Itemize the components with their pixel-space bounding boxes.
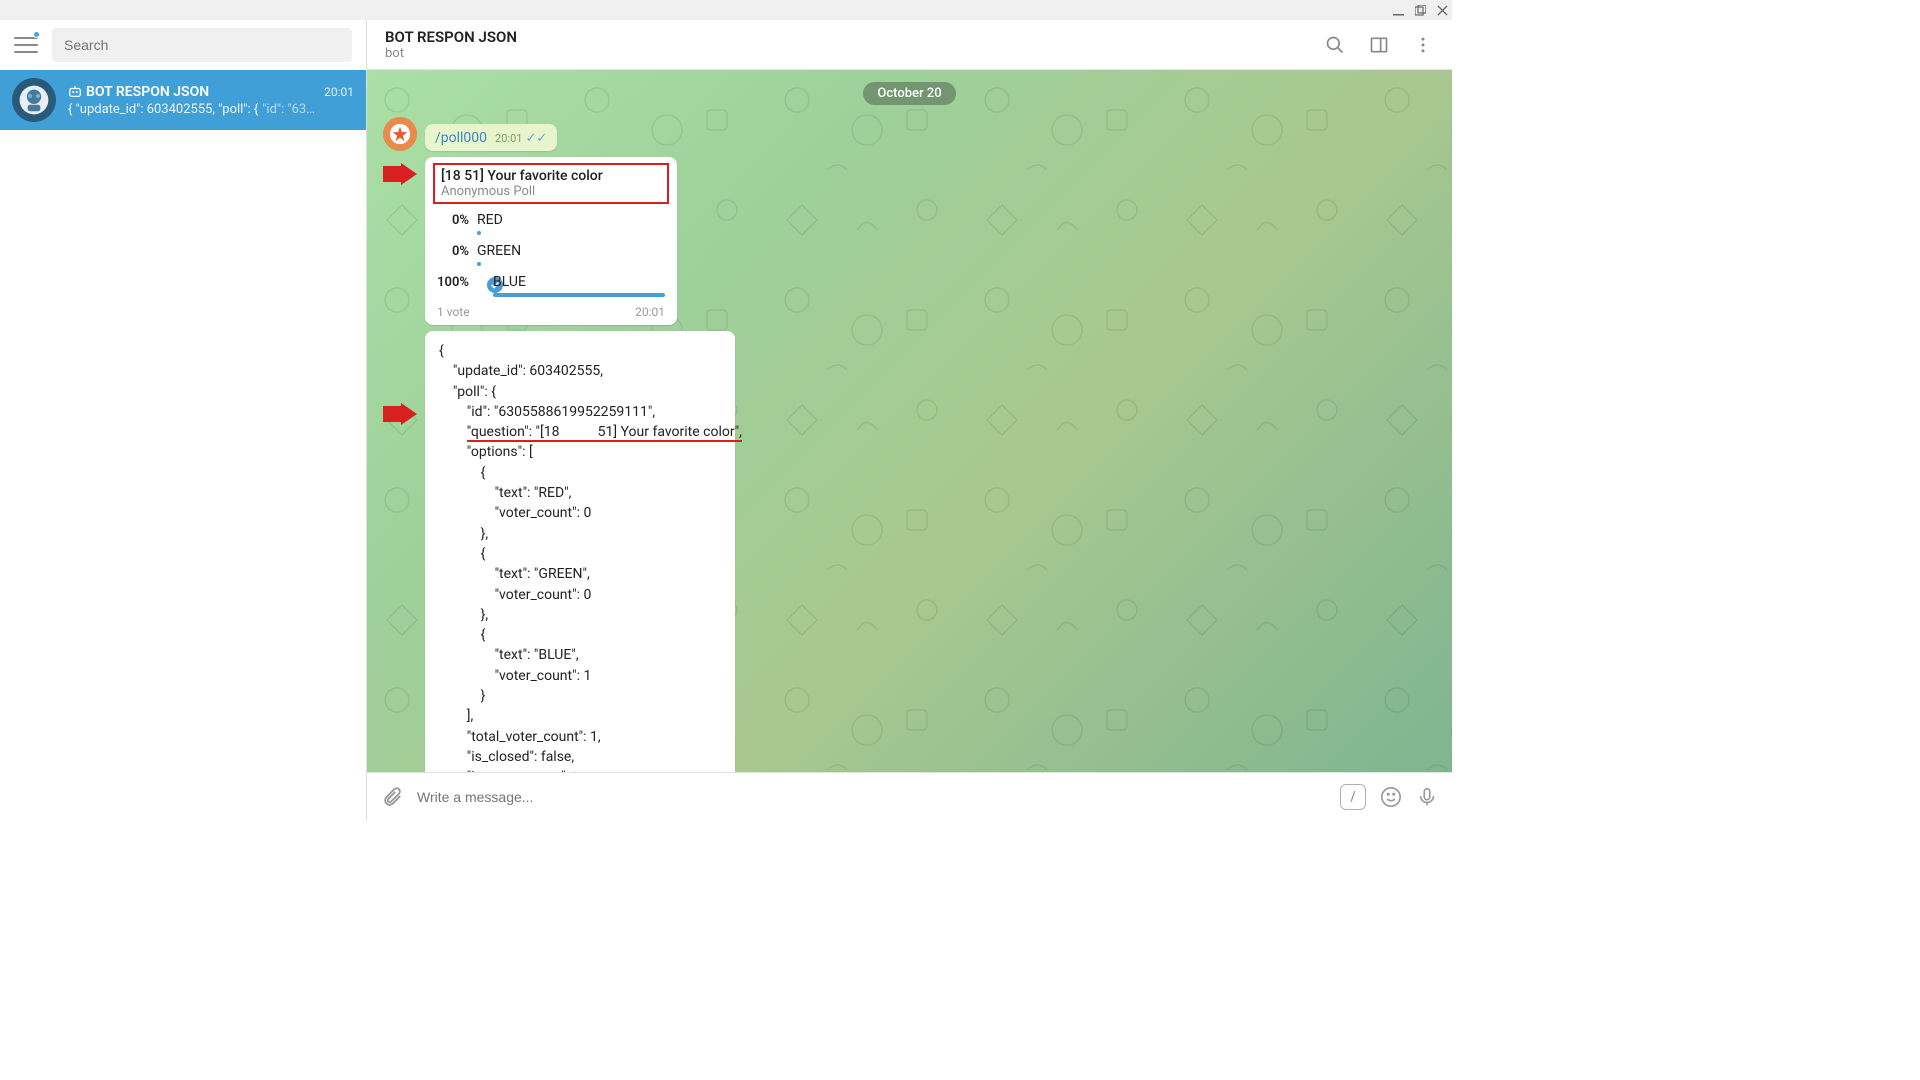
poll-question-highlight: [18 51] Your favorite color Anonymous Po…: [433, 163, 669, 204]
minimize-icon[interactable]: [1392, 4, 1404, 16]
window-titlebar: [0, 0, 1452, 20]
poll-question: [18 51] Your favorite color: [441, 168, 661, 184]
command-text: /poll000: [435, 130, 487, 146]
message-row-command: /poll000 20:01 ✓✓: [383, 115, 1436, 151]
message-time: 20:01: [495, 132, 522, 145]
message-row-poll: [18 51] Your favorite color Anonymous Po…: [425, 157, 1436, 325]
poll-option-label: GREEN: [477, 243, 665, 259]
chat-header-title[interactable]: BOT RESPON JSON bot: [385, 28, 1324, 61]
attach-icon[interactable]: [381, 786, 403, 808]
sidebar: BOT RESPON JSON 20:01 { "update_id": 603…: [0, 20, 367, 820]
poll-percent: 0%: [437, 243, 469, 259]
poll-percent: 100%: [437, 274, 469, 290]
poll-bubble[interactable]: [18 51] Your favorite color Anonymous Po…: [425, 157, 677, 325]
chat-name-label: BOT RESPON JSON: [86, 84, 209, 100]
message-row-json: { "update_id": 603402555, "poll": { "id"…: [383, 331, 1436, 772]
chat-avatar: [12, 78, 56, 122]
chat-list: BOT RESPON JSON 20:01 { "update_id": 603…: [0, 70, 366, 820]
read-checks-icon: ✓✓: [525, 131, 547, 146]
date-badge: October 20: [863, 82, 955, 105]
json-anon-underline: "is_anonymous": true,: [467, 769, 600, 772]
search-icon[interactable]: [1324, 34, 1346, 56]
poll-vote-count: 1 vote: [437, 305, 470, 319]
poll-percent: 0%: [437, 212, 469, 228]
composer-bar: /: [367, 772, 1452, 820]
message-time: 20:01: [635, 305, 665, 319]
commands-button[interactable]: /: [1340, 784, 1366, 810]
arrow-icon: [383, 163, 417, 185]
main-panel: BOT RESPON JSON bot October 20 /po: [367, 20, 1452, 820]
close-icon[interactable]: [1436, 4, 1448, 16]
json-question-underline: "question": "[18 51] Your favorite color…: [467, 424, 742, 442]
arrow-icon: [383, 403, 417, 425]
poll-option[interactable]: 100% BLUE: [437, 274, 665, 297]
search-box[interactable]: [52, 28, 352, 62]
message-input[interactable]: [417, 789, 1326, 805]
chat-preview: { "update_id": 603402555, "poll": {"id":…: [68, 102, 354, 117]
user-avatar[interactable]: [383, 117, 417, 151]
chat-list-item[interactable]: BOT RESPON JSON 20:01 { "update_id": 603…: [0, 70, 366, 130]
more-icon[interactable]: [1412, 34, 1434, 56]
sidepanel-icon[interactable]: [1368, 34, 1390, 56]
poll-option-label: BLUE: [493, 274, 665, 290]
message-bubble-outgoing[interactable]: /poll000 20:01 ✓✓: [425, 124, 557, 151]
poll-option[interactable]: 0% RED: [437, 212, 665, 235]
chat-time: 20:01: [324, 85, 354, 99]
poll-subtitle: Anonymous Poll: [441, 184, 661, 199]
json-bubble[interactable]: { "update_id": 603402555, "poll": { "id"…: [425, 331, 735, 772]
voice-icon[interactable]: [1416, 786, 1438, 808]
emoji-icon[interactable]: [1380, 786, 1402, 808]
search-input[interactable]: [64, 37, 340, 53]
menu-icon[interactable]: [14, 33, 38, 57]
chat-header: BOT RESPON JSON bot: [367, 20, 1452, 70]
poll-option[interactable]: 0% GREEN: [437, 243, 665, 266]
poll-option-label: RED: [477, 212, 665, 228]
bot-icon: [68, 85, 82, 99]
chat-title: BOT RESPON JSON: [385, 28, 1324, 46]
chat-subtitle: bot: [385, 46, 1324, 61]
sidebar-header: [0, 20, 366, 70]
maximize-icon[interactable]: [1414, 4, 1426, 16]
chat-area: October 20 /poll000 20:01 ✓✓: [367, 70, 1452, 772]
